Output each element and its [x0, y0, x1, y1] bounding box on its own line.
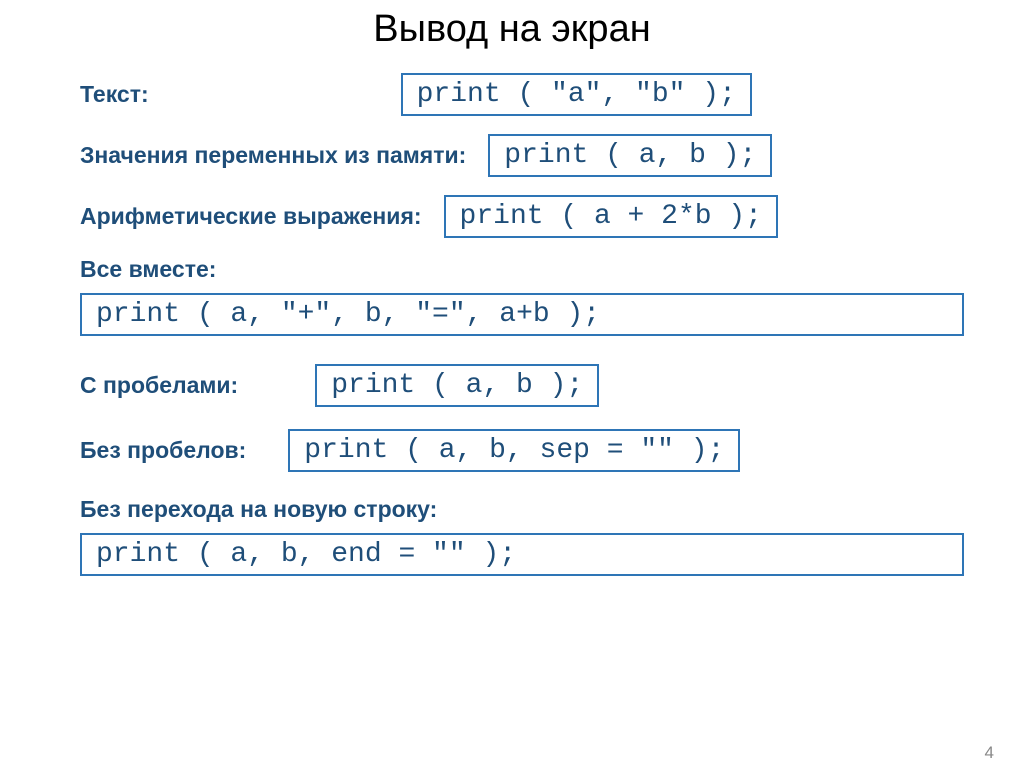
row-spaces: С пробелами: print ( a, b ); [80, 364, 964, 407]
code-spaces: print ( a, b ); [315, 364, 599, 407]
row-together: Все вместе: print ( a, "+", b, "=", a+b … [80, 256, 964, 336]
label-spaces: С пробелами: [80, 372, 238, 399]
label-together: Все вместе: [80, 256, 952, 283]
label-nospaces: Без пробелов: [80, 437, 246, 464]
code-text: print ( "a", "b" ); [401, 73, 752, 116]
label-nonewline: Без перехода на новую строку: [80, 496, 952, 523]
code-nonewline: print ( a, b, end = "" ); [80, 533, 964, 576]
row-nonewline: Без перехода на новую строку: print ( a,… [80, 496, 964, 576]
code-nospaces: print ( a, b, sep = "" ); [288, 429, 740, 472]
code-arith: print ( a + 2*b ); [444, 195, 778, 238]
slide-title: Вывод на экран [60, 8, 964, 51]
row-nospaces: Без пробелов: print ( a, b, sep = "" ); [80, 429, 964, 472]
label-vars: Значения переменных из памяти: [80, 142, 466, 169]
row-text: Текст: print ( "a", "b" ); [80, 73, 964, 116]
row-arith: Арифметические выражения: print ( a + 2*… [80, 195, 964, 238]
code-together: print ( a, "+", b, "=", a+b ); [80, 293, 964, 336]
label-text: Текст: [80, 81, 149, 108]
code-vars: print ( a, b ); [488, 134, 772, 177]
label-arith: Арифметические выражения: [80, 203, 422, 230]
page-number: 4 [985, 743, 994, 763]
row-vars: Значения переменных из памяти: print ( a… [80, 134, 964, 177]
